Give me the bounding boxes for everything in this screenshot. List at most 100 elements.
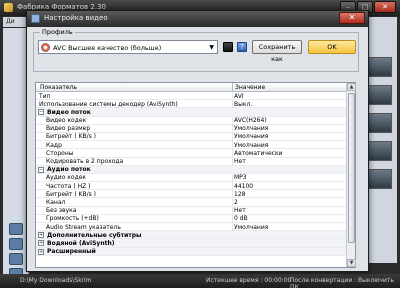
grid-row[interactable]: Громкость (+dB) 0 dB [36, 214, 346, 223]
profile-group: Профиль AVC Высшее качество (больше) ▼ ?… [33, 28, 359, 72]
status-bar: D:\My Downloads\Skrim Истекшее время : 0… [0, 274, 400, 288]
edit-profile-icon[interactable] [223, 42, 233, 52]
property-value[interactable]: 128 [234, 191, 245, 198]
property-value[interactable]: 2 [234, 199, 238, 206]
collapse-icon[interactable]: − [38, 109, 44, 116]
expand-icon[interactable]: + [38, 240, 44, 247]
property-value[interactable]: Умолчания [234, 133, 268, 140]
property-name: Audio Stream указатель [46, 223, 121, 231]
property-name: Без звука [46, 207, 77, 215]
grid-row[interactable]: Битрейт ( KB/s ) 128 [36, 190, 346, 199]
property-value[interactable]: Умолчания [234, 125, 268, 132]
property-value[interactable]: 44100 [234, 183, 253, 190]
property-name: Громкость (+dB) [46, 215, 99, 223]
grid-header: Показатель Значение [36, 83, 346, 92]
dialog-close-button[interactable]: ✕ [339, 12, 365, 24]
expand-icon[interactable]: + [38, 248, 44, 255]
grid-category-row[interactable]: − Аудио поток [36, 165, 346, 174]
scroll-down-icon[interactable]: ▼ [347, 259, 356, 267]
grid-category-row[interactable]: − Видео поток [36, 108, 346, 117]
property-value[interactable]: Умолчания [234, 224, 268, 231]
ok-button[interactable]: OK [308, 40, 356, 54]
cell-divider [232, 124, 233, 133]
grid-row[interactable]: Аудио кодек MP3 [36, 173, 346, 183]
app-logo-icon [4, 3, 13, 12]
tool-icon[interactable] [9, 238, 23, 250]
cell-divider [232, 116, 233, 125]
grid-row[interactable]: Использование системы декодер (AviSynth)… [36, 100, 346, 109]
cell-divider [232, 132, 233, 141]
property-name: Канал [46, 198, 66, 206]
cell-divider [232, 141, 233, 150]
property-value[interactable]: Нет [234, 158, 246, 165]
property-value[interactable]: 0 dB [234, 215, 248, 222]
cell-divider [232, 149, 233, 158]
collapse-icon[interactable]: − [38, 166, 44, 173]
grid-category-row[interactable]: + Водяной (AviSynth) [36, 239, 346, 248]
property-name: Кадр [46, 141, 62, 149]
cell-divider [232, 198, 233, 207]
column-divider[interactable] [232, 83, 233, 92]
grid-rows: Тип AVI Использование системы декодер (Avi… [36, 92, 346, 256]
expand-icon[interactable]: + [38, 232, 44, 239]
column-header-param[interactable]: Показатель [40, 84, 77, 91]
grid-category-row[interactable]: + Расширенный [36, 247, 346, 256]
cell-divider [232, 100, 233, 109]
tool-icon[interactable] [9, 223, 23, 235]
cell-divider [232, 182, 233, 191]
dialog-titlebar: Настройка видео ✕ [27, 11, 368, 27]
grid-row[interactable]: Битрейт ( KB/s ) Умолчания [36, 132, 346, 142]
dialog-icon [31, 14, 40, 23]
scroll-up-icon[interactable]: ▲ [347, 83, 356, 91]
property-name: Видео кодек [46, 117, 87, 125]
tool-icon[interactable] [9, 253, 23, 265]
dialog-title: Настройка видео [44, 14, 108, 22]
property-value[interactable]: AVC(H264) [234, 117, 267, 124]
save-as-button[interactable]: Сохранить как [252, 40, 302, 63]
elapsed-time: Истекшее время : 00:00:00 [206, 277, 292, 284]
video-thumbnail[interactable] [368, 57, 392, 77]
grid-row[interactable]: Кодировать в 2 прохода Нет [36, 157, 346, 166]
property-name: Битрейт ( KB/s ) [46, 190, 97, 198]
property-value[interactable]: Умолчания [234, 142, 268, 149]
grid-row[interactable]: Видео кодек AVC(H264) [36, 116, 346, 125]
property-value[interactable]: Нет [234, 207, 246, 214]
property-name: Кодировать в 2 прохода [46, 158, 124, 165]
grid-row[interactable]: Без звука Нет [36, 206, 346, 215]
property-value[interactable]: AVI [234, 93, 244, 100]
property-value[interactable]: Выкл. [234, 101, 252, 108]
grid-row[interactable]: Audio Stream указатель Умолчания [36, 223, 346, 232]
property-name: Использование системы декодер (AviSynth) [39, 100, 178, 108]
video-thumbnail[interactable] [368, 113, 392, 133]
vertical-scrollbar[interactable]: ▲ ▼ [346, 83, 356, 267]
video-thumbnail[interactable] [368, 169, 392, 189]
video-thumbnail[interactable] [368, 141, 392, 161]
grid-row[interactable]: Видео размер Умолчания [36, 124, 346, 133]
grid-row[interactable]: Стороны Автоматически [36, 149, 346, 158]
property-name: Видео поток [47, 108, 91, 116]
cell-divider [232, 214, 233, 223]
column-header-value[interactable]: Значение [235, 84, 265, 91]
output-path[interactable]: D:\My Downloads\Skrim [20, 277, 92, 284]
grid-row[interactable]: Канал 2 [36, 198, 346, 207]
property-value[interactable]: MP3 [234, 174, 247, 181]
app-close-button[interactable]: ✕ [374, 1, 396, 13]
profile-select-value: AVC Высшее качество (больше) [53, 44, 162, 52]
property-value[interactable]: Автоматически [234, 150, 282, 157]
cell-divider [232, 190, 233, 199]
scroll-thumb[interactable] [348, 93, 355, 243]
property-name: Расширенный [47, 248, 96, 256]
property-name: Тип [39, 92, 51, 100]
help-icon[interactable]: ? [237, 42, 247, 52]
grid-row[interactable]: Тип AVI [36, 92, 346, 101]
property-name: Дополнительные субтитры [47, 231, 142, 239]
video-settings-dialog: Настройка видео ✕ Профиль AVC Высшее кач… [26, 10, 369, 272]
grid-row[interactable]: Частота ( HZ ) 44100 [36, 182, 346, 191]
cell-divider [232, 157, 233, 166]
profile-select[interactable]: AVC Высшее качество (больше) ▼ [38, 40, 218, 54]
video-thumbnail[interactable] [368, 85, 392, 105]
after-conversion[interactable]: После конвертации : Выключить ПК [290, 277, 400, 288]
grid-row[interactable]: Кадр Умолчания [36, 141, 346, 150]
grid-category-row[interactable]: + Дополнительные субтитры [36, 231, 346, 240]
cell-divider [232, 92, 233, 100]
